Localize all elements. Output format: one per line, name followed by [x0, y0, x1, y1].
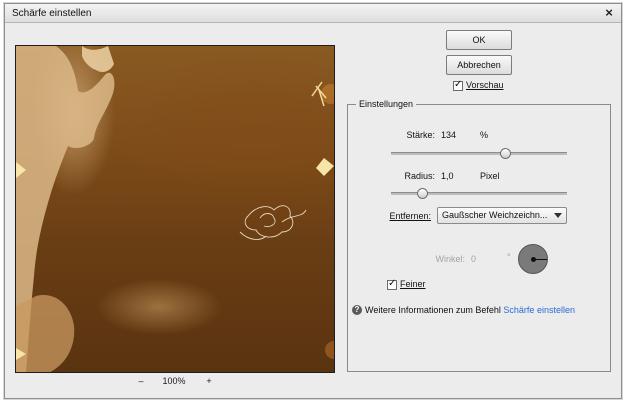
preview-image[interactable]: [15, 45, 335, 373]
amount-slider-track[interactable]: [391, 152, 567, 155]
amount-label: Stärke:: [406, 130, 435, 140]
preview-checkbox-label[interactable]: Vorschau: [466, 80, 504, 90]
preview-illustration: [16, 46, 334, 372]
angle-unit: °: [507, 252, 511, 262]
radius-value[interactable]: 1,0: [441, 171, 454, 181]
title-bar: Schärfe einstellen ×: [5, 4, 621, 23]
amount-unit: %: [480, 130, 489, 140]
remove-dropdown-value: Gaußscher Weichzeichn...: [442, 210, 548, 220]
window-title: Schärfe einstellen: [12, 8, 92, 19]
angle-dial-center: [531, 257, 536, 262]
close-icon[interactable]: ×: [602, 5, 616, 21]
angle-label: Winkel:: [435, 254, 465, 264]
remove-label: Entfernen:: [375, 211, 431, 221]
radius-unit: Pixel: [480, 171, 500, 181]
help-text: Weitere Informationen zum Befehl: [365, 305, 501, 315]
help-icon: ?: [352, 305, 362, 315]
preview-checkbox[interactable]: [453, 79, 463, 91]
settings-group: [347, 104, 611, 372]
remove-dropdown[interactable]: Gaußscher Weichzeichn...: [437, 207, 567, 224]
angle-dial-icon: [518, 244, 548, 274]
zoom-controls: – 100% +: [135, 376, 225, 390]
zoom-out-button[interactable]: –: [135, 376, 147, 386]
zoom-level: 100%: [162, 376, 186, 386]
finer-checkbox[interactable]: [387, 278, 397, 290]
ok-button[interactable]: OK: [446, 30, 512, 50]
chevron-down-icon: [554, 213, 562, 218]
settings-legend: Einstellungen: [356, 99, 417, 109]
radius-label: Radius:: [404, 171, 435, 181]
cancel-button[interactable]: Abbrechen: [446, 55, 512, 75]
sharpen-dialog: Schärfe einstellen × – 100% + OK Abbrech…: [4, 3, 622, 399]
amount-slider-thumb[interactable]: [499, 148, 511, 159]
amount-value[interactable]: 134: [441, 130, 456, 140]
remove-label-text: Entfernen:: [389, 211, 431, 221]
angle-value: 0: [471, 254, 477, 264]
help-link[interactable]: Schärfe einstellen: [503, 305, 575, 315]
help-line: Weitere Informationen zum Befehl Schärfe…: [365, 305, 575, 315]
zoom-in-button[interactable]: +: [203, 376, 215, 386]
finer-checkbox-label[interactable]: Feiner: [400, 279, 426, 289]
